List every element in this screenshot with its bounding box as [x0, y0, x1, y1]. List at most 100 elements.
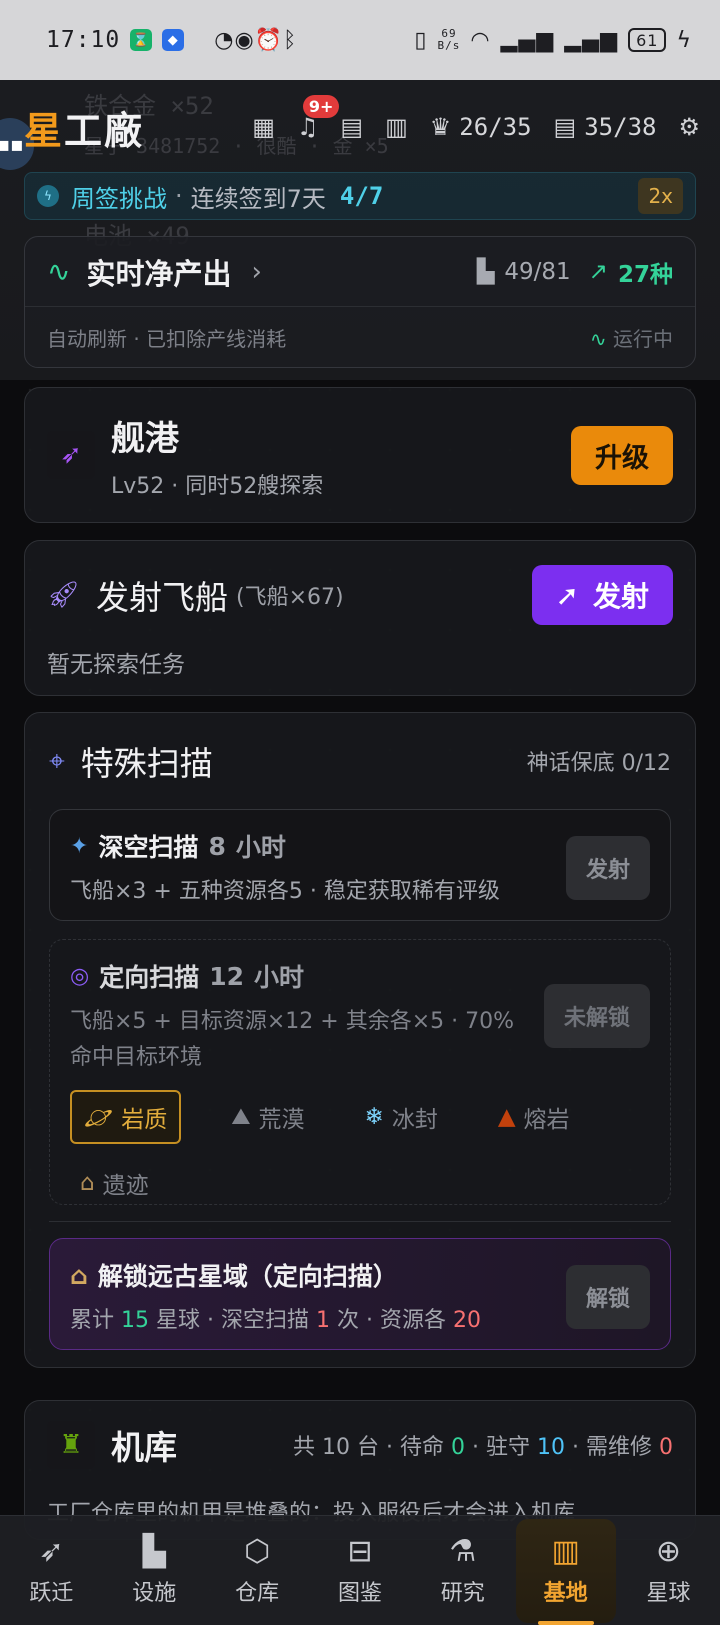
locked-button[interactable]: 未解锁: [543, 984, 650, 1048]
env-ice[interactable]: ❄ 冰封: [355, 1090, 448, 1144]
wifi-icon: ◠: [470, 27, 491, 53]
env-label: 荒漠: [258, 1107, 305, 1133]
directed-scan-hours: 12: [209, 961, 245, 991]
shipyard-sub: Lv52 · 同时52艘探索: [111, 473, 324, 499]
hourglass-app-icon: ⌛: [130, 29, 153, 51]
unlock-planets-unit: 星球 · 深空扫描: [156, 1308, 309, 1333]
ruins-icon: ⌂: [80, 1170, 95, 1196]
app-logo: 星工廠: [24, 100, 144, 155]
mythic-pity: 神话保底 0/12: [526, 751, 671, 776]
vibrate-icon: ▯: [414, 27, 428, 53]
launch-button[interactable]: ➚ 发射: [531, 565, 673, 625]
deep-scan-hours-unit: 小时: [235, 833, 286, 862]
nav-facilities[interactable]: ▙ 设施: [104, 1519, 204, 1623]
docs-button[interactable]: ▤ 35/38: [554, 113, 657, 141]
launch-title: 发射飞船: [96, 578, 229, 617]
bottom-nav: ➶ 跃迁 ▙ 设施 ⬡ 仓库 ⊟ 图鉴 ⚗ 研究 ▥ 基地 ⊕ 星球: [0, 1515, 720, 1625]
flask-icon: ⚗: [449, 1534, 477, 1569]
unlock-deep-unit: 次 · 资源各: [337, 1308, 446, 1333]
directed-scan-hours-unit: 小时: [254, 963, 305, 992]
deep-scan-launch-button[interactable]: 发射: [565, 836, 650, 900]
ice-icon: ❄: [364, 1104, 384, 1130]
battery-icon: 61: [628, 28, 667, 52]
launch-button-label: 发射: [592, 580, 649, 613]
book-icon: ⊟: [347, 1534, 373, 1569]
net-output-header[interactable]: ∿ 实时净产出 › ▙ 49/81 ↗ 27种: [25, 237, 695, 307]
net-output-note: 自动刷新 · 已扣除产线消耗: [47, 326, 287, 351]
nav-warehouse[interactable]: ⬡ 仓库: [207, 1519, 307, 1623]
trophy-button[interactable]: ♛ 26/35: [430, 113, 532, 141]
env-label: 冰封: [391, 1107, 438, 1133]
hangar-repair-label: · 需维修: [572, 1435, 652, 1460]
weekly-challenge-banner[interactable]: ϟ 周签挑战 · 连续签到7天 4/7 2x: [24, 172, 696, 220]
signal2-icon: ▂▄▆: [564, 27, 619, 53]
multiplier-badge: 2x: [638, 178, 683, 214]
calendar-icon[interactable]: ▦: [252, 113, 275, 141]
unlock-planets: 15: [121, 1308, 150, 1333]
env-desert[interactable]: ⛰ 荒漠: [221, 1090, 314, 1144]
desert-icon: ⛰: [231, 1104, 251, 1130]
directed-scan-desc: 飞船×5 + 目标资源×12 + 其余各×5 · 70%命中目标环境: [70, 1009, 515, 1070]
deep-scan-card: ✦ 深空扫描 8 小时 飞船×3 + 五种资源各5 · 稳定获取稀有评级 发射: [49, 809, 671, 921]
hangar-stats: 共 10 台 · 待命 0 · 驻守 10 · 需维修 0: [293, 1429, 673, 1461]
rocket-icon: ➶: [38, 1534, 64, 1569]
hangar-idle: 0: [451, 1435, 465, 1460]
weekly-progress: 4/7: [339, 182, 384, 210]
environment-options: 🪐︎ 岩质 ⛰ 荒漠 ❄ 冰封 ▲ 熔岩 ⌂ 遗迹: [70, 1090, 650, 1208]
ledger-icon[interactable]: ▤: [340, 113, 363, 141]
unlock-button[interactable]: 解锁: [565, 1265, 650, 1329]
env-lava[interactable]: ▲ 熔岩: [488, 1090, 580, 1144]
env-ruins[interactable]: ⌂ 遗迹: [70, 1158, 159, 1208]
nav-planet[interactable]: ⊕ 星球: [618, 1519, 718, 1623]
running-label: 运行中: [613, 326, 673, 351]
nav-label: 星球: [646, 1581, 691, 1606]
notification-bell[interactable]: ♫ 9+: [297, 95, 340, 141]
settings-gear-icon[interactable]: ⚙: [678, 113, 700, 141]
net-output-kinds: 27种: [617, 261, 673, 288]
logo-rest: 工廠: [64, 108, 145, 153]
env-rocky[interactable]: 🪐︎ 岩质: [70, 1090, 182, 1144]
docs-count: 35/38: [584, 113, 657, 141]
eye-icon: ◉: [234, 27, 255, 53]
env-label: 熔岩: [523, 1107, 570, 1133]
shipyard-card: ➶ 舰港 Lv52 · 同时52艘探索 升级: [24, 387, 696, 523]
rocket-button-icon: ➚: [555, 578, 579, 612]
stats-icon[interactable]: ▥: [385, 113, 408, 141]
deep-scan-desc: 飞船×3 + 五种资源各5 · 稳定获取稀有评级: [70, 879, 500, 904]
special-scan-card: ⌖ 特殊扫描 神话保底 0/12 ✦ 深空扫描 8 小时 飞船×3 + 五种资源…: [24, 712, 696, 1368]
status-bar: 17:10 ⌛ ◆ ◔ ◉ ⏰ ᛒ ▯ 69 B/s ◠ ▂▄▆ ▂▄▆ 61 …: [0, 0, 720, 80]
target-icon: ◎: [70, 963, 90, 989]
building-icon: ▥: [551, 1534, 580, 1569]
net-speed: 69 B/s: [438, 28, 461, 52]
directed-scan-card: ◎ 定向扫描 12 小时 飞船×5 + 目标资源×12 + 其余各×5 · 70…: [49, 939, 671, 1205]
pulse-small-icon: ∿: [589, 326, 607, 351]
upgrade-button[interactable]: 升级: [571, 425, 673, 485]
mech-thumbnail: ♜: [47, 1421, 95, 1469]
bluetooth-icon: ᛒ: [283, 27, 298, 53]
nav-label: 跃迁: [29, 1581, 74, 1606]
nav-label: 图鉴: [337, 1581, 382, 1606]
rocket-icon: 🚀︎: [47, 580, 81, 610]
env-label: 遗迹: [102, 1173, 149, 1199]
unlock-res: 20: [452, 1308, 481, 1333]
shield-app-icon: ◆: [162, 29, 185, 51]
nav-codex[interactable]: ⊟ 图鉴: [310, 1519, 410, 1623]
nav-warp[interactable]: ➶ 跃迁: [1, 1519, 101, 1623]
chevron-right-icon: ›: [251, 256, 262, 287]
ship-count: (飞船×67): [236, 585, 344, 610]
nav-label: 研究: [440, 1581, 485, 1606]
weekly-sep: ·: [175, 182, 183, 210]
trophy-count: 26/35: [459, 113, 532, 141]
alarm-icon: ⏰: [254, 27, 284, 53]
divider: [49, 1221, 671, 1222]
nav-base[interactable]: ▥ 基地: [515, 1518, 616, 1625]
net-output-title: 实时净产出: [86, 256, 232, 291]
net-output-ratio: 49/81: [504, 258, 571, 285]
scan-title: 特殊扫描: [80, 744, 213, 783]
deep-scan-name: 深空扫描: [98, 833, 199, 862]
nav-research[interactable]: ⚗ 研究: [413, 1519, 513, 1623]
running-status: ∿ 运行中: [590, 323, 673, 352]
net-speed-unit: B/s: [437, 39, 461, 52]
signal-icon: ▂▄▆: [500, 27, 555, 53]
pulse-icon: ∿: [47, 255, 71, 288]
